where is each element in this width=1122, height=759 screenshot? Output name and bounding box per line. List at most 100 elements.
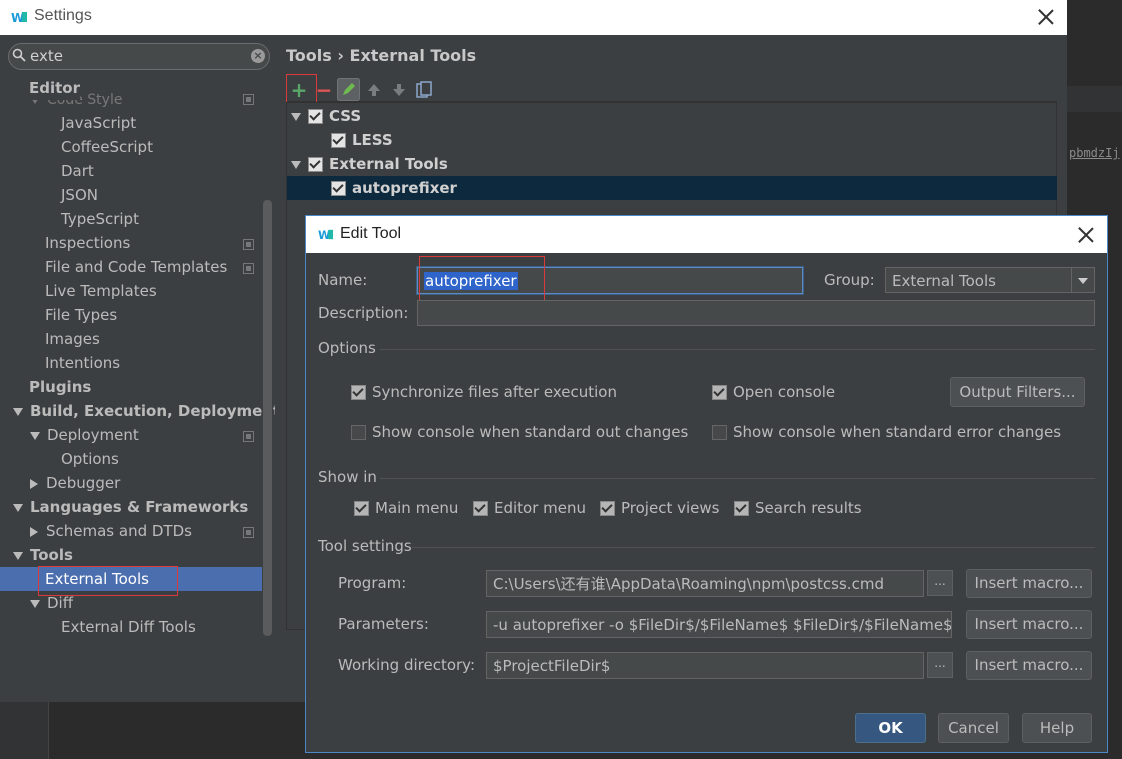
expand-arrow-icon[interactable] [13, 503, 23, 512]
expand-arrow-icon[interactable] [30, 599, 40, 608]
expand-arrow-icon[interactable] [13, 407, 23, 416]
tree-item-deployment[interactable]: Deployment [30, 423, 139, 447]
working-directory-browse-button[interactable]: ... [927, 652, 953, 678]
program-label: Program: [338, 574, 407, 592]
show-console-err-checkbox[interactable] [712, 425, 727, 440]
tree-item-options[interactable]: Options [61, 447, 119, 471]
expand-arrow-icon[interactable] [13, 551, 23, 560]
parameters-label: Parameters: [338, 615, 429, 633]
tree-item-images[interactable]: Images [45, 327, 100, 351]
parameters-insert-macro-button[interactable]: Insert macro... [966, 610, 1092, 639]
edit-tool-icon[interactable] [337, 78, 360, 101]
tree-scrollbar[interactable] [263, 200, 272, 636]
project-views-option[interactable]: Project views [600, 499, 719, 517]
tree-item-json[interactable]: JSON [61, 183, 98, 207]
move-down-icon[interactable] [391, 82, 407, 98]
tree-item-external-diff-tools[interactable]: External Diff Tools [61, 615, 196, 636]
remove-tool-icon[interactable]: − [313, 79, 335, 101]
search-icon [12, 48, 26, 62]
css-group-checkbox[interactable] [308, 109, 323, 124]
description-input[interactable] [417, 300, 1095, 326]
sync-files-checkbox[interactable] [351, 385, 366, 400]
tool-group-css[interactable]: CSS [291, 104, 361, 128]
main-menu-option[interactable]: Main menu [354, 499, 458, 517]
parameters-input[interactable]: -u autoprefixer -o $FileDir$/$FileName$ … [486, 611, 952, 638]
tree-item-editor[interactable]: Editor [29, 76, 80, 100]
collapse-arrow-icon[interactable] [30, 478, 38, 489]
tool-autoprefixer[interactable]: autoprefixer [331, 176, 457, 200]
group-label: Group: [824, 271, 875, 289]
tree-item-schemas[interactable]: Schemas and DTDs [30, 519, 192, 543]
description-label: Description: [318, 304, 409, 322]
help-button[interactable]: Help [1022, 713, 1092, 743]
expand-arrow-icon[interactable] [291, 112, 301, 121]
program-insert-macro-button[interactable]: Insert macro... [966, 569, 1092, 598]
edit-tool-close-icon[interactable] [1077, 226, 1095, 244]
autoprefixer-checkbox[interactable] [331, 181, 346, 196]
tree-item-typescript[interactable]: TypeScript [61, 207, 139, 231]
ok-button[interactable]: OK [855, 713, 926, 743]
project-scope-icon [243, 263, 254, 274]
settings-close-icon[interactable] [1037, 8, 1055, 26]
sync-files-option[interactable]: Synchronize files after execution [351, 383, 617, 401]
tree-item-coffeescript[interactable]: CoffeeScript [61, 135, 153, 159]
editor-menu-option[interactable]: Editor menu [473, 499, 586, 517]
group-select-value: External Tools [892, 272, 996, 290]
search-results-option[interactable]: Search results [734, 499, 862, 517]
tree-item-file-types[interactable]: File Types [45, 303, 117, 327]
less-checkbox[interactable] [331, 133, 346, 148]
tool-group-external-tools[interactable]: External Tools [291, 152, 448, 176]
cancel-button[interactable]: Cancel [938, 713, 1009, 743]
chevron-down-icon[interactable] [1071, 268, 1094, 292]
webstorm-logo-icon: W [318, 229, 334, 242]
copy-tool-icon[interactable] [416, 81, 432, 99]
show-console-out-option[interactable]: Show console when standard out changes [351, 423, 688, 441]
open-console-checkbox[interactable] [712, 385, 727, 400]
tree-item-live-templates[interactable]: Live Templates [45, 279, 157, 303]
show-console-err-option[interactable]: Show console when standard error changes [712, 423, 1061, 441]
working-directory-input[interactable]: $ProjectFileDir$ [486, 652, 924, 679]
settings-tree: Code Style Editor JavaScript CoffeeScrip… [0, 76, 275, 636]
expand-arrow-icon[interactable] [30, 431, 40, 440]
project-scope-icon [243, 239, 254, 250]
background-code-text: pbmdzIj [1069, 146, 1120, 160]
settings-search-input[interactable] [30, 45, 245, 67]
webstorm-logo-icon: W [11, 9, 28, 25]
group-select[interactable]: External Tools [885, 267, 1095, 293]
background-editor-area [48, 700, 90, 759]
tree-item-tools[interactable]: Tools [13, 543, 73, 567]
working-directory-insert-macro-button[interactable]: Insert macro... [966, 651, 1092, 680]
options-separator [380, 349, 1095, 350]
settings-title: Settings [34, 7, 92, 24]
external-tools-group-checkbox[interactable] [308, 157, 323, 172]
program-input[interactable]: C:\Users\还有谁\AppData\Roaming\npm\postcss… [486, 570, 924, 597]
tree-item-debugger[interactable]: Debugger [30, 471, 120, 495]
edit-tool-title: Edit Tool [340, 225, 402, 242]
show-in-header: Show in [318, 468, 377, 486]
options-header: Options [318, 339, 376, 357]
tree-item-intentions[interactable]: Intentions [45, 351, 120, 375]
tree-item-build[interactable]: Build, Execution, Deployment [13, 399, 275, 423]
open-console-option[interactable]: Open console [712, 383, 835, 401]
collapse-arrow-icon[interactable] [30, 526, 38, 537]
tree-item-inspections[interactable]: Inspections [45, 231, 130, 255]
tree-item-plugins[interactable]: Plugins [29, 375, 91, 399]
search-clear-icon[interactable]: × [251, 49, 265, 63]
highlight-box-external-tools [38, 566, 178, 596]
main-menu-checkbox[interactable] [354, 501, 369, 516]
editor-menu-checkbox[interactable] [473, 501, 488, 516]
expand-arrow-icon[interactable] [291, 160, 301, 169]
search-results-checkbox[interactable] [734, 501, 749, 516]
move-up-icon[interactable] [366, 82, 382, 98]
tree-item-file-code-templates[interactable]: File and Code Templates [45, 255, 227, 279]
output-filters-button[interactable]: Output Filters... [950, 377, 1085, 407]
tool-settings-header: Tool settings [318, 537, 412, 555]
tree-item-languages[interactable]: Languages & Frameworks [13, 495, 248, 519]
background-editor-line [1067, 86, 1122, 112]
tree-item-dart[interactable]: Dart [61, 159, 94, 183]
program-browse-button[interactable]: ... [927, 570, 953, 596]
tree-item-javascript[interactable]: JavaScript [61, 111, 136, 135]
tool-less[interactable]: LESS [331, 128, 393, 152]
show-console-out-checkbox[interactable] [351, 425, 366, 440]
project-views-checkbox[interactable] [600, 501, 615, 516]
